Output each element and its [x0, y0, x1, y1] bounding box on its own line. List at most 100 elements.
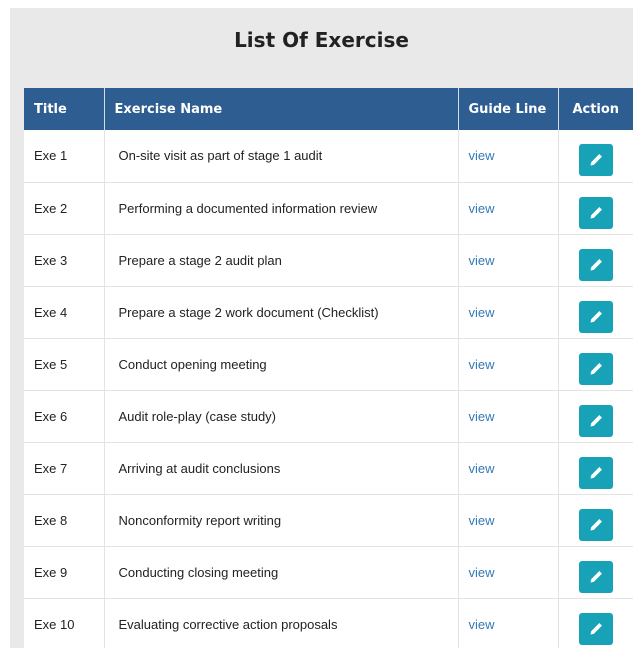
view-guide-link[interactable]: view [469, 305, 495, 320]
pencil-icon [590, 622, 602, 635]
exercise-title-cell: Exe 7 [24, 442, 105, 495]
edit-button[interactable] [578, 456, 613, 489]
view-guide-link[interactable]: view [469, 253, 495, 268]
exercise-title: Exe 3 [34, 252, 68, 268]
table-row: Exe 4 Prepare a stage 2 work document (C… [24, 286, 633, 339]
guide-line-cell: view [458, 598, 559, 648]
exercise-name: Nonconformity report writing [118, 512, 282, 528]
exercise-title-cell: Exe 3 [24, 234, 105, 287]
exercise-title-cell: Exe 6 [24, 390, 105, 443]
exercise-title: Exe 1 [34, 148, 68, 164]
exercise-title: Exe 6 [34, 408, 68, 424]
guide-line-cell: view [458, 234, 559, 287]
guide-line-cell: view [458, 546, 559, 599]
exercise-name-cell: On-site visit as part of stage 1 audit [104, 130, 459, 183]
exercise-table: Title Exercise Name Guide Line Action Ex… [24, 88, 633, 648]
action-cell [558, 546, 633, 599]
view-guide-link[interactable]: view [469, 148, 495, 163]
action-cell [558, 286, 633, 339]
table-row: Exe 5 Conduct opening meeting view [24, 338, 633, 391]
pencil-icon [590, 154, 602, 166]
exercise-name: Audit role-play (case study) [118, 408, 277, 424]
view-guide-link[interactable]: view [469, 513, 495, 528]
exercise-name-cell: Conducting closing meeting [104, 546, 459, 599]
exercise-title-cell: Exe 8 [24, 494, 105, 547]
action-cell [558, 390, 633, 443]
edit-button[interactable] [578, 508, 613, 541]
exercise-name-cell: Audit role-play (case study) [104, 390, 459, 443]
exercise-name: Performing a documented information revi… [118, 200, 378, 216]
action-cell [558, 130, 633, 183]
table-row: Exe 7 Arriving at audit conclusions view [24, 442, 633, 495]
column-header-action: Action [558, 88, 633, 130]
table-row: Exe 10 Evaluating corrective action prop… [24, 598, 633, 648]
view-guide-link[interactable]: view [469, 565, 495, 580]
table-body: Exe 1 On-site visit as part of stage 1 a… [24, 130, 633, 648]
exercise-name-cell: Nonconformity report writing [104, 494, 459, 547]
view-guide-link[interactable]: view [469, 409, 495, 424]
column-header-guide-line: Guide Line [458, 88, 559, 130]
view-guide-link[interactable]: view [469, 461, 495, 476]
exercise-panel: List Of Exercise Title Exercise Name Gui… [10, 8, 633, 648]
view-guide-link[interactable]: view [469, 357, 495, 372]
edit-button[interactable] [578, 560, 613, 593]
action-cell [558, 598, 633, 648]
exercise-name-cell: Evaluating corrective action proposals [104, 598, 459, 648]
exercise-title: Exe 2 [34, 200, 68, 216]
guide-line-cell: view [458, 442, 559, 495]
edit-button[interactable] [578, 404, 613, 437]
guide-line-cell: view [458, 130, 559, 183]
guide-line-cell: view [458, 390, 559, 443]
exercise-name-cell: Prepare a stage 2 audit plan [104, 234, 459, 287]
guide-line-cell: view [458, 494, 559, 547]
exercise-title: Exe 5 [34, 356, 68, 372]
exercise-name-cell: Arriving at audit conclusions [104, 442, 459, 495]
page-title: List Of Exercise [234, 28, 409, 52]
table-row: Exe 3 Prepare a stage 2 audit plan view [24, 234, 633, 287]
exercise-title: Exe 7 [34, 460, 68, 476]
edit-button[interactable] [578, 300, 613, 333]
column-header-title: Title [24, 88, 105, 130]
exercise-title-cell: Exe 10 [24, 598, 105, 648]
exercise-name: Prepare a stage 2 audit plan [118, 252, 282, 268]
exercise-name-cell: Prepare a stage 2 work document (Checkli… [104, 286, 459, 339]
column-header-exercise-name: Exercise Name [104, 88, 459, 130]
edit-button[interactable] [578, 144, 613, 177]
action-cell [558, 182, 633, 235]
action-cell [558, 234, 633, 287]
exercise-name: Evaluating corrective action proposals [118, 616, 338, 632]
table-row: Exe 2 Performing a documented informatio… [24, 182, 633, 235]
pencil-icon [590, 258, 602, 271]
view-guide-link[interactable]: view [469, 201, 495, 216]
pencil-icon [590, 466, 602, 479]
table-row: Exe 6 Audit role-play (case study) view [24, 390, 633, 443]
action-cell [558, 494, 633, 547]
exercise-title-cell: Exe 9 [24, 546, 105, 599]
exercise-title: Exe 8 [34, 512, 68, 528]
exercise-name: Conducting closing meeting [118, 564, 279, 580]
table-header: Title Exercise Name Guide Line Action [24, 88, 633, 130]
pencil-icon [590, 310, 602, 323]
view-guide-link[interactable]: view [469, 617, 495, 632]
action-cell [558, 338, 633, 391]
guide-line-cell: view [458, 286, 559, 339]
exercise-table-container: Title Exercise Name Guide Line Action Ex… [24, 88, 633, 648]
exercise-name: Conduct opening meeting [118, 356, 267, 372]
exercise-title-cell: Exe 2 [24, 182, 105, 235]
edit-button[interactable] [578, 352, 613, 385]
pencil-icon [590, 518, 602, 531]
edit-button[interactable] [578, 248, 613, 281]
table-row: Exe 9 Conducting closing meeting view [24, 546, 633, 599]
exercise-title-cell: Exe 5 [24, 338, 105, 391]
exercise-name: On-site visit as part of stage 1 audit [118, 148, 323, 164]
edit-button[interactable] [578, 612, 613, 645]
exercise-title-cell: Exe 1 [24, 130, 105, 183]
exercise-name-cell: Performing a documented information revi… [104, 182, 459, 235]
guide-line-cell: view [458, 338, 559, 391]
table-row: Exe 8 Nonconformity report writing view [24, 494, 633, 547]
edit-button[interactable] [578, 196, 613, 229]
exercise-name: Prepare a stage 2 work document (Checkli… [118, 304, 379, 320]
exercise-title-cell: Exe 4 [24, 286, 105, 339]
table-header-row: Title Exercise Name Guide Line Action [24, 88, 633, 130]
action-cell [558, 442, 633, 495]
